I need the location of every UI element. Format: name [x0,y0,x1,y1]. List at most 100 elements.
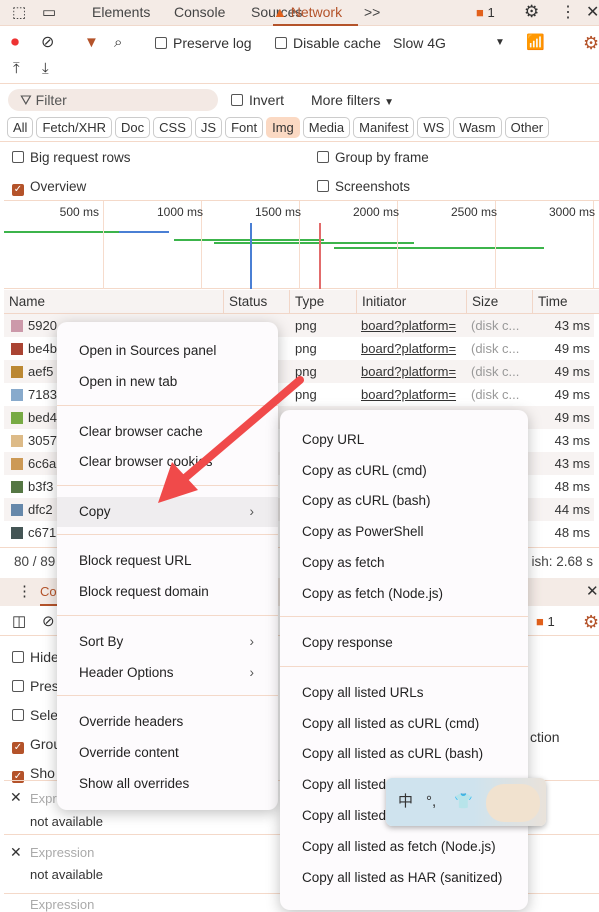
device-toolbar-icon[interactable]: ▭ [42,3,56,21]
overview-checkbox[interactable]: ✓ Overview [12,179,86,196]
type-filter-other[interactable]: Other [504,117,550,138]
filter-icon[interactable]: ▼ [84,30,99,56]
issues-button[interactable]: ■ 1 [476,5,495,20]
request-initiator[interactable]: board?platform= [361,383,465,406]
console-settings-icon[interactable]: ⚙ [583,608,599,636]
ime-punctuation[interactable]: °, [426,778,436,826]
hide-network-checkbox[interactable]: Hide [12,643,61,672]
type-filter-manifest[interactable]: Manifest [353,117,415,138]
group-similar-checkbox[interactable]: ✓ Grou [12,730,61,759]
type-filter-all[interactable]: All [7,117,34,138]
clear-console-icon[interactable]: ⊘ [42,608,55,636]
menu-item-clear-browser-cache[interactable]: Clear browser cache [57,417,278,447]
type-filter-js[interactable]: JS [194,117,223,138]
disable-cache-label: Disable cache [293,35,381,51]
invert-checkbox[interactable]: Invert [231,92,284,108]
preserve-log-checkbox[interactable]: Preserve log [155,30,252,56]
type-filter-doc[interactable]: Doc [115,117,151,138]
column-initiator[interactable]: Initiator [357,290,467,314]
screenshots-checkbox[interactable]: Screenshots [317,179,410,194]
drawer-menu-icon[interactable]: ⋮ [17,578,32,606]
network-settings-icon[interactable]: ⚙ [583,30,599,56]
menu-item-show-all-overrides[interactable]: Show all overrides [57,769,278,799]
more-tabs-button[interactable]: >> [364,4,380,20]
menu-item-open-in-sources-panel[interactable]: Open in Sources panel [57,336,278,366]
column-time[interactable]: Time [533,290,599,314]
remove-expression-icon[interactable]: ✕ [10,789,22,806]
import-har-icon[interactable]: ⤒ [13,60,20,77]
column-status[interactable]: Status [224,290,290,314]
type-filter-media[interactable]: Media [302,117,351,138]
close-icon[interactable]: ✕ [586,2,599,22]
type-filter-img[interactable]: Img [266,117,300,138]
submenu-item-copy-as-curl-cmd-[interactable]: Copy as cURL (cmd) [280,456,528,486]
submenu-item-copy-as-powershell[interactable]: Copy as PowerShell [280,517,528,547]
settings-gear-icon[interactable]: ⚙ [524,2,539,22]
request-initiator[interactable]: board?platform= [361,337,465,360]
submenu-item-copy-all-listed-as-har-sanitized-[interactable]: Copy all listed as HAR (sanitized) [280,863,528,893]
expression-label[interactable]: Expr [30,791,57,806]
preserve-log-checkbox[interactable]: Pres [12,672,61,701]
more-filters-button[interactable]: More filters ▼ [311,92,394,108]
big-request-rows-checkbox[interactable]: Big request rows [12,150,131,165]
expression-label[interactable]: Expression [30,897,94,912]
selected-context-checkbox[interactable]: Sele [12,701,61,730]
type-filter-fetchxhr[interactable]: Fetch/XHR [36,117,113,138]
column-size[interactable]: Size [467,290,533,314]
type-filter-font[interactable]: Font [225,117,264,138]
menu-item-copy[interactable]: Copy › [57,497,278,527]
tab-network[interactable]: ▲ Network [273,4,358,26]
column-name[interactable]: Name [4,290,224,314]
tab-elements[interactable]: Elements [92,4,150,20]
menu-item-block-request-url[interactable]: Block request URL [57,546,278,576]
submenu-item-copy-all-listed-as-fetch-node-js-[interactable]: Copy all listed as fetch (Node.js) [280,832,528,862]
menu-item-open-in-new-tab[interactable]: Open in new tab [57,367,278,397]
group-by-frame-checkbox[interactable]: Group by frame [317,150,429,165]
close-drawer-icon[interactable]: ✕ [586,578,599,606]
sidebar-toggle-icon[interactable]: ◫ [12,608,26,636]
overview-timeline[interactable]: 500 ms 1000 ms 1500 ms 2000 ms 2500 ms 3000 m… [4,200,599,289]
tab-console[interactable]: Console [174,4,225,20]
menu-item-sort-by[interactable]: Sort By › [57,627,278,657]
type-filter-wasm[interactable]: Wasm [453,117,502,138]
export-har-icon[interactable]: ⤓ [42,60,49,77]
menu-item-header-options[interactable]: Header Options › [57,658,278,688]
menu-item-block-request-domain[interactable]: Block request domain [57,577,278,607]
issues-button[interactable]: ■ 1 [536,608,555,636]
menu-item-label: Copy all listed [302,808,387,823]
clear-icon[interactable]: ⊘ [41,30,54,56]
request-time: 49 ms [554,341,590,356]
network-conditions-icon[interactable]: 📶 [526,30,545,56]
type-filter-ws[interactable]: WS [417,117,451,138]
stop-recording-icon[interactable]: ⏺ [11,30,19,56]
submenu-item-copy-url[interactable]: Copy URL [280,425,528,455]
column-type[interactable]: Type [290,290,357,314]
type-filter-css[interactable]: CSS [153,117,192,138]
submenu-item-copy-all-listed-as-curl-cmd-[interactable]: Copy all listed as cURL (cmd) [280,709,528,739]
disable-cache-checkbox[interactable]: Disable cache [275,30,381,56]
submenu-item-copy-as-fetch[interactable]: Copy as fetch [280,548,528,578]
submenu-item-copy-all-listed-urls[interactable]: Copy all listed URLs [280,678,528,708]
ime-toolbar[interactable]: 中 °, 👕 [386,778,546,826]
submenu-item-copy-as-curl-bash-[interactable]: Copy as cURL (bash) [280,486,528,516]
submenu-item-copy-all-listed-as-curl-bash-[interactable]: Copy all listed as cURL (bash) [280,739,528,769]
issues-count: 1 [547,614,555,629]
search-icon[interactable]: ⌕ [114,30,122,56]
filter-input[interactable]: ⛛ Filter [8,89,218,111]
request-type: png [295,364,317,379]
throttle-select[interactable]: Slow 4G ▼ [393,30,505,56]
inspect-element-icon[interactable]: ⬚ [12,3,26,21]
menu-item-override-headers[interactable]: Override headers [57,707,278,737]
request-initiator[interactable]: board?platform= [361,360,465,383]
ime-skin-icon[interactable]: 👕 [454,778,473,826]
submenu-item-copy-response[interactable]: Copy response [280,628,528,658]
timeline-bar [119,231,169,233]
more-options-icon[interactable]: ⋮ [560,2,576,22]
request-initiator[interactable]: board?platform= [361,314,465,337]
submenu-item-copy-as-fetch-node-js-[interactable]: Copy as fetch (Node.js) [280,579,528,609]
menu-item-clear-browser-cookies[interactable]: Clear browser cookies [57,447,278,477]
expression-label[interactable]: Expression [30,845,94,860]
remove-expression-icon[interactable]: ✕ [10,844,22,861]
menu-item-override-content[interactable]: Override content [57,738,278,768]
ime-language[interactable]: 中 [398,778,413,826]
